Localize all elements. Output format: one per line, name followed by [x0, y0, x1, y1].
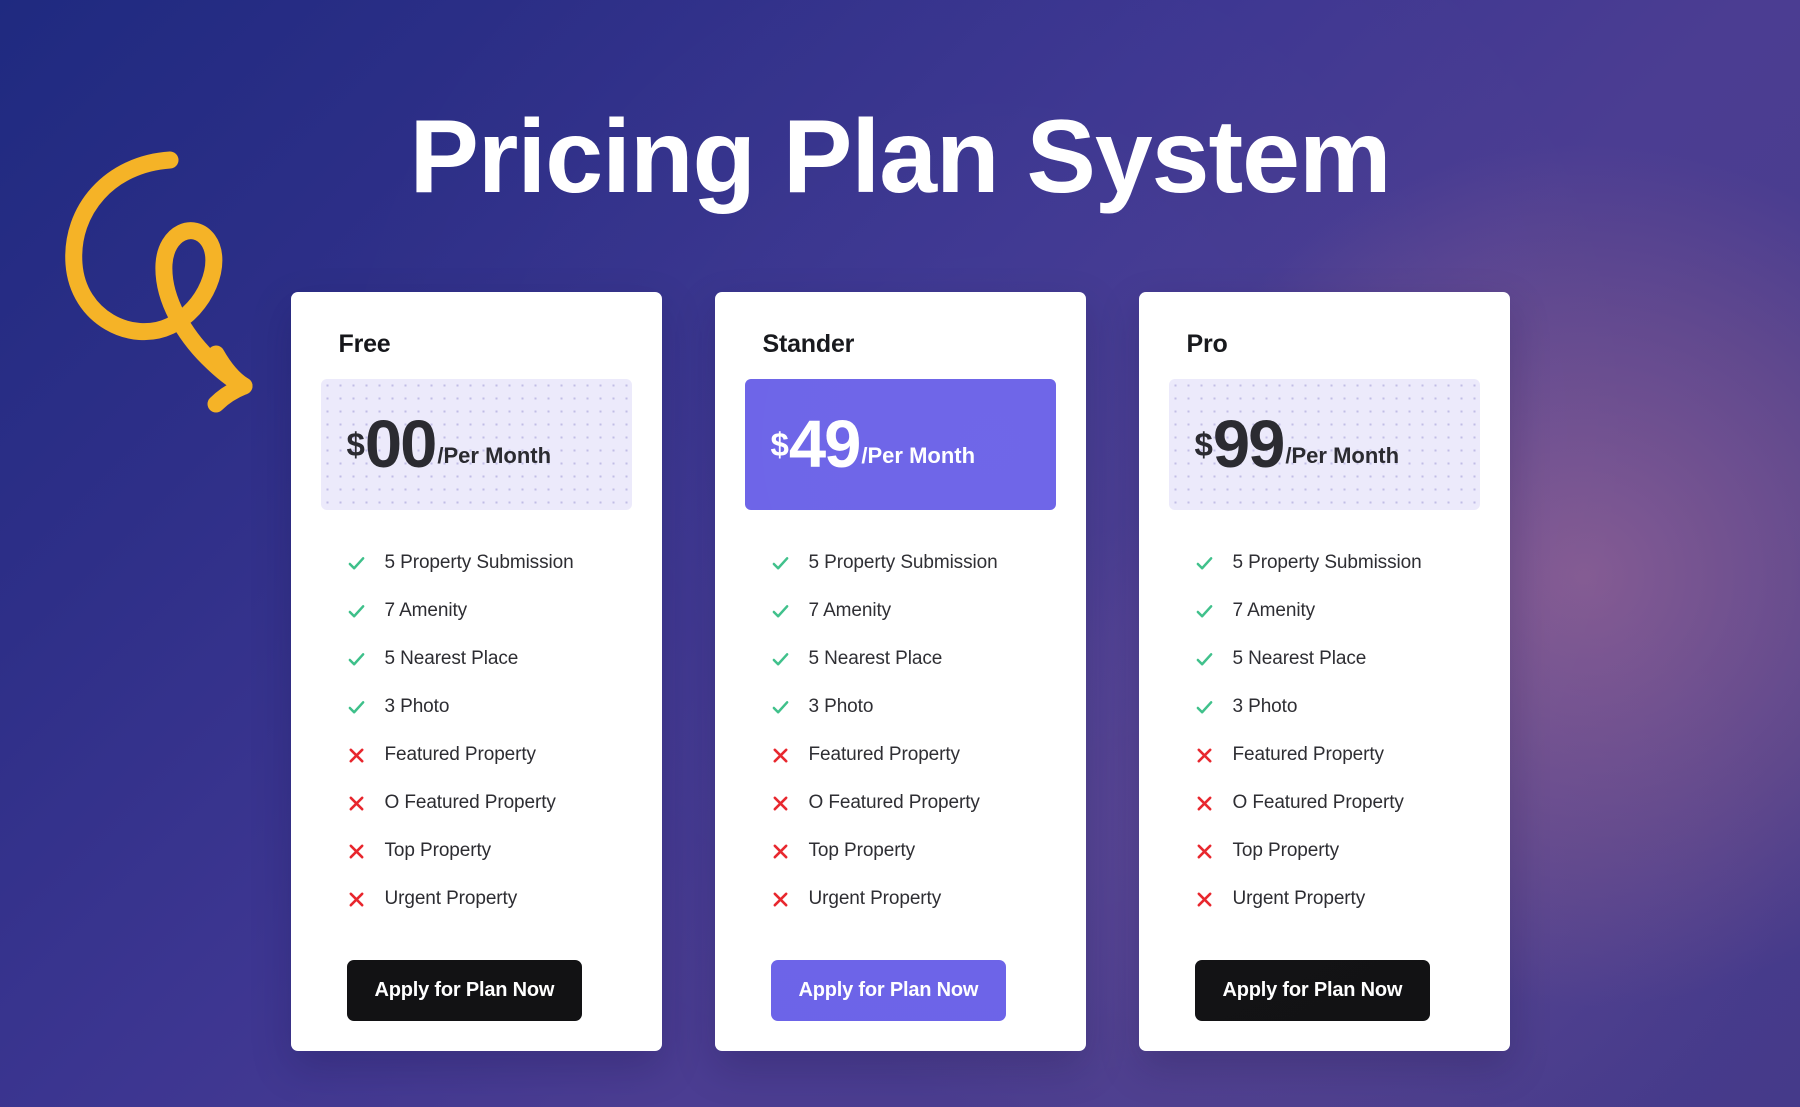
check-icon: [772, 556, 788, 569]
list-item: Urgent Property: [347, 888, 632, 910]
list-item: 5 Property Submission: [347, 552, 632, 574]
list-item: 5 Property Submission: [771, 552, 1056, 574]
cross-icon: [773, 844, 787, 858]
list-item: O Featured Property: [1195, 792, 1480, 814]
check-icon: [1196, 700, 1212, 713]
feature-label: Urgent Property: [384, 888, 518, 909]
list-item: 7 Amenity: [347, 600, 632, 622]
list-item: 5 Nearest Place: [1195, 648, 1480, 670]
check-icon: [1196, 652, 1212, 665]
cross-icon: [773, 796, 787, 810]
cross-icon: [1197, 796, 1211, 810]
plan-name: Free: [338, 330, 391, 358]
cross-icon: [773, 892, 787, 906]
list-item: Urgent Property: [771, 888, 1056, 910]
price-period: /Per Month: [861, 443, 976, 469]
feature-label: 5 Nearest Place: [1232, 648, 1367, 669]
check-icon: [348, 700, 364, 713]
list-item: Urgent Property: [1195, 888, 1480, 910]
list-item: 3 Photo: [771, 696, 1056, 718]
feature-label: 3 Photo: [1232, 696, 1298, 717]
feature-label: 5 Property Submission: [384, 552, 574, 573]
feature-label: O Featured Property: [384, 792, 556, 813]
page-title: Pricing Plan System: [409, 99, 1392, 215]
feature-list: 5 Property Submission 7 Amenity 5 Neares…: [321, 552, 632, 910]
apply-for-plan-button[interactable]: Apply for Plan Now: [346, 960, 583, 1021]
price-box: $ 00 /Per Month: [320, 379, 632, 510]
cross-icon: [349, 892, 363, 906]
plan-name: Stander: [762, 330, 855, 358]
check-icon: [348, 652, 364, 665]
pricing-card-pro: Pro $ 99 /Per Month 5 Property Submissio…: [1138, 292, 1510, 1051]
feature-label: O Featured Property: [808, 792, 980, 813]
list-item: O Featured Property: [771, 792, 1056, 814]
cross-icon: [1197, 844, 1211, 858]
check-icon: [772, 604, 788, 617]
list-item: 3 Photo: [1195, 696, 1480, 718]
plan-name: Pro: [1186, 330, 1228, 358]
check-icon: [772, 652, 788, 665]
feature-label: 5 Nearest Place: [384, 648, 519, 669]
pricing-page: Pricing Plan System Free $ 00 /Per Month…: [0, 0, 1800, 1107]
currency-symbol: $: [770, 425, 789, 463]
feature-label: 7 Amenity: [1232, 600, 1316, 621]
price-period: /Per Month: [1285, 443, 1400, 469]
list-item: 3 Photo: [347, 696, 632, 718]
list-item: Featured Property: [1195, 744, 1480, 766]
list-item: Top Property: [347, 840, 632, 862]
feature-list: 5 Property Submission 7 Amenity 5 Neares…: [1169, 552, 1480, 910]
cross-icon: [1197, 892, 1211, 906]
list-item: O Featured Property: [347, 792, 632, 814]
feature-label: Top Property: [808, 840, 916, 861]
feature-label: Top Property: [1232, 840, 1340, 861]
apply-for-plan-button[interactable]: Apply for Plan Now: [770, 960, 1007, 1021]
feature-label: 7 Amenity: [808, 600, 892, 621]
feature-label: O Featured Property: [1232, 792, 1404, 813]
cross-icon: [349, 796, 363, 810]
cross-icon: [773, 748, 787, 762]
feature-label: 5 Property Submission: [1232, 552, 1422, 573]
feature-label: 7 Amenity: [384, 600, 468, 621]
price-amount: 99: [1212, 406, 1286, 482]
currency-symbol: $: [1194, 425, 1213, 463]
feature-label: 5 Nearest Place: [808, 648, 943, 669]
check-icon: [1196, 556, 1212, 569]
currency-symbol: $: [346, 425, 365, 463]
feature-label: Featured Property: [808, 744, 961, 765]
list-item: Top Property: [1195, 840, 1480, 862]
apply-for-plan-button[interactable]: Apply for Plan Now: [1194, 960, 1431, 1021]
check-icon: [772, 700, 788, 713]
list-item: Top Property: [771, 840, 1056, 862]
check-icon: [348, 604, 364, 617]
pricing-card-stander: Stander $ 49 /Per Month 5 Property Submi…: [714, 292, 1086, 1051]
pricing-cards: Free $ 00 /Per Month 5 Property Submissi…: [0, 292, 1800, 1051]
list-item: 7 Amenity: [771, 600, 1056, 622]
cross-icon: [349, 844, 363, 858]
list-item: Featured Property: [347, 744, 632, 766]
feature-label: 5 Property Submission: [808, 552, 998, 573]
list-item: 5 Property Submission: [1195, 552, 1480, 574]
feature-label: Featured Property: [1232, 744, 1385, 765]
feature-label: Urgent Property: [808, 888, 942, 909]
price-period: /Per Month: [437, 443, 552, 469]
check-icon: [348, 556, 364, 569]
price-box: $ 49 /Per Month: [744, 379, 1056, 510]
feature-label: Featured Property: [384, 744, 537, 765]
feature-label: Top Property: [384, 840, 492, 861]
feature-label: 3 Photo: [808, 696, 874, 717]
price-amount: 00: [364, 406, 438, 482]
cross-icon: [1197, 748, 1211, 762]
list-item: Featured Property: [771, 744, 1056, 766]
list-item: 5 Nearest Place: [771, 648, 1056, 670]
cross-icon: [349, 748, 363, 762]
price-amount: 49: [788, 406, 862, 482]
list-item: 7 Amenity: [1195, 600, 1480, 622]
pricing-card-free: Free $ 00 /Per Month 5 Property Submissi…: [290, 292, 662, 1051]
feature-list: 5 Property Submission 7 Amenity 5 Neares…: [745, 552, 1056, 910]
feature-label: 3 Photo: [384, 696, 450, 717]
price-box: $ 99 /Per Month: [1168, 379, 1480, 510]
check-icon: [1196, 604, 1212, 617]
feature-label: Urgent Property: [1232, 888, 1366, 909]
list-item: 5 Nearest Place: [347, 648, 632, 670]
